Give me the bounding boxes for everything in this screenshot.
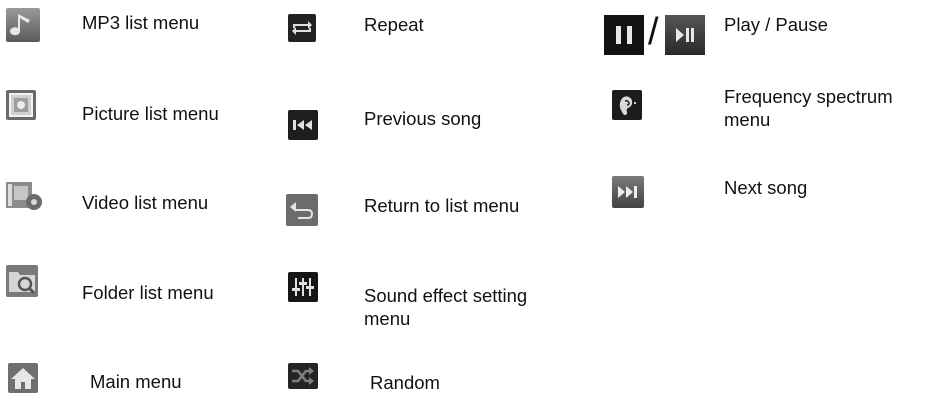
play-pause-label: Play / Pause <box>724 14 828 35</box>
next-song-label: Next song <box>724 177 808 198</box>
ear-icon <box>612 90 642 120</box>
main-menu-label: Main menu <box>90 371 182 392</box>
frequency-spectrum-label-line2: menu <box>724 109 771 130</box>
home-icon <box>8 363 38 393</box>
frequency-spectrum-label-line1: Frequency spectrum <box>724 86 893 107</box>
play-pause-icon <box>665 15 705 55</box>
next-track-icon <box>612 176 644 208</box>
folder-search-icon <box>6 265 38 297</box>
video-list-menu-label: Video list menu <box>82 192 209 213</box>
sound-effect-setting-label-line2: menu <box>364 308 411 329</box>
play-pause-separator: / <box>648 11 659 53</box>
previous-song-label: Previous song <box>364 108 482 129</box>
mp3-list-menu-label: MP3 list menu <box>82 12 200 33</box>
pause-icon <box>604 15 644 55</box>
folder-list-menu-label: Folder list menu <box>82 282 214 303</box>
return-icon <box>286 194 318 226</box>
video-icon <box>4 180 44 212</box>
picture-icon <box>6 90 36 120</box>
random-label: Random <box>370 372 440 393</box>
return-to-list-menu-label: Return to list menu <box>364 195 520 216</box>
picture-list-menu-label: Picture list menu <box>82 103 219 124</box>
sound-effect-setting-label-line1: Sound effect setting <box>364 285 528 306</box>
repeat-label: Repeat <box>364 14 424 35</box>
previous-track-icon <box>288 110 318 140</box>
shuffle-icon <box>288 363 318 389</box>
equalizer-icon <box>288 272 318 302</box>
repeat-icon <box>288 14 316 42</box>
music-note-icon <box>6 8 40 42</box>
